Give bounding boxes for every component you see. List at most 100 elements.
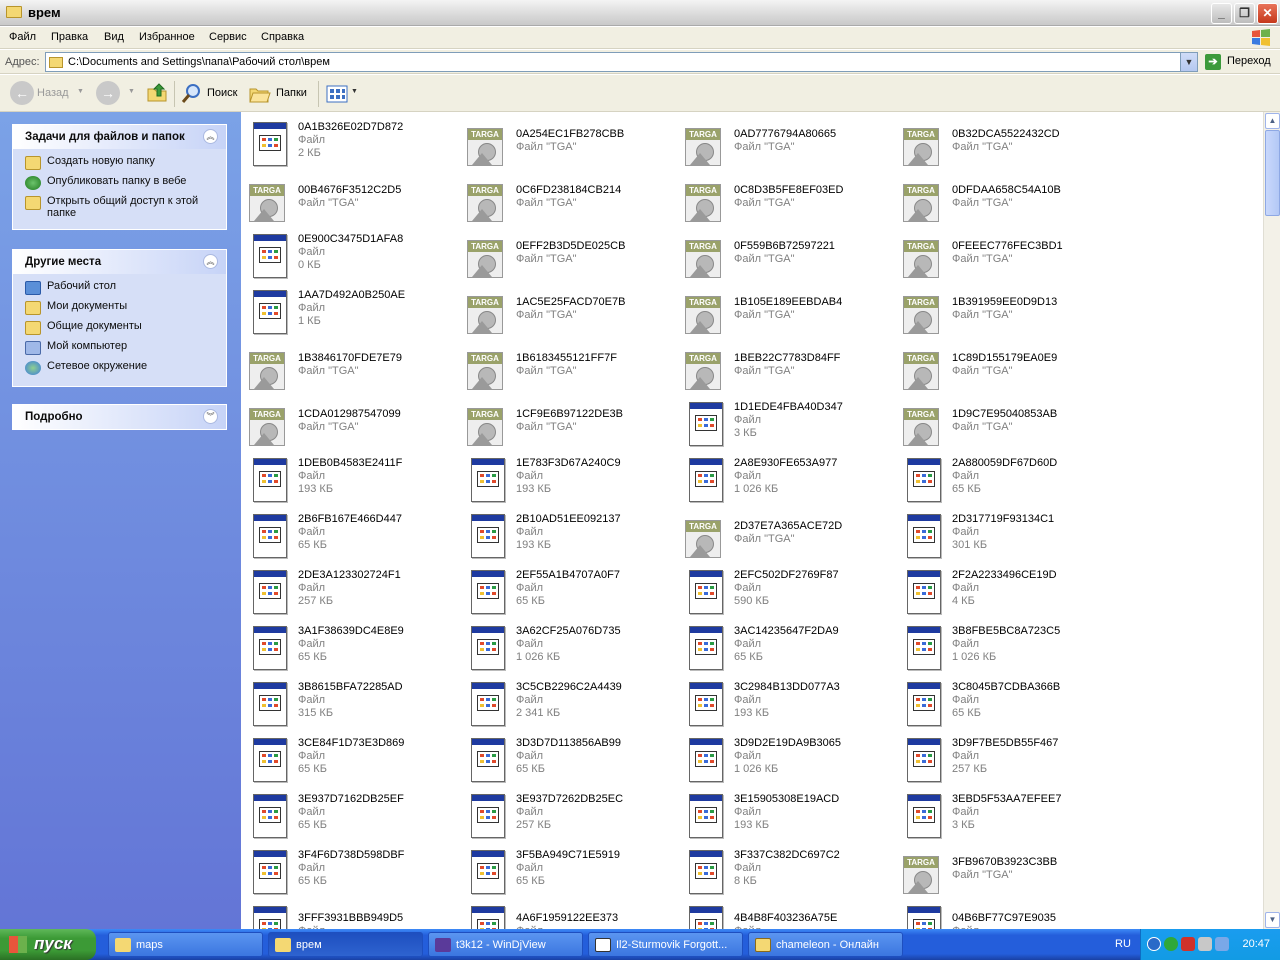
scroll-thumb[interactable] — [1265, 130, 1280, 216]
maximize-button[interactable]: ❐ — [1234, 3, 1255, 24]
place-network[interactable]: Сетевое окружение — [25, 360, 220, 380]
taskbar-item-chameleon[interactable]: chameleon - Онлайн — [748, 932, 903, 957]
chevron-down-icon[interactable]: ▼ — [351, 88, 358, 95]
file-item[interactable]: 3C8045B7CDBA366B Файл 65 КБ — [895, 676, 1113, 732]
file-item[interactable]: 3E937D7262DB25EC Файл 257 КБ — [459, 788, 677, 844]
file-item[interactable]: 2EFC502DF2769F87 Файл 590 КБ — [677, 564, 895, 620]
file-item[interactable]: 3B8615BFA72285AD Файл 315 КБ — [241, 676, 459, 732]
file-item[interactable]: TARGA 1CF9E6B97122DE3B Файл "TGA" — [459, 396, 677, 452]
file-item[interactable]: 1E783F3D67A240C9 Файл 193 КБ — [459, 452, 677, 508]
file-item[interactable]: 3E15905308E19ACD Файл 193 КБ — [677, 788, 895, 844]
file-tasks-header[interactable]: Задачи для файлов и папок ︽ — [13, 125, 226, 149]
file-item[interactable]: TARGA 00B4676F3512C2D5 Файл "TGA" — [241, 172, 459, 228]
file-item[interactable]: 2A8E930FE653A977 Файл 1 026 КБ — [677, 452, 895, 508]
file-item[interactable]: TARGA 0DFDAA658C54A10B Файл "TGA" — [895, 172, 1113, 228]
file-item[interactable]: 1DEB0B4583E2411F Файл 193 КБ — [241, 452, 459, 508]
file-item[interactable]: 4B4B8F403236A75EФайл — [677, 900, 895, 929]
details-header[interactable]: Подробно ︾ — [13, 405, 226, 429]
file-item[interactable]: 2A880059DF67D60D Файл 65 КБ — [895, 452, 1113, 508]
address-input[interactable]: C:\Documents and Settings\папа\Рабочий с… — [45, 52, 1198, 72]
task-publish-web[interactable]: Опубликовать папку в вебе — [25, 175, 220, 195]
taskbar-item-windjview[interactable]: t3k12 - WinDjView — [428, 932, 583, 957]
taskbar-item-maps[interactable]: maps — [108, 932, 263, 957]
file-item[interactable]: 2D317719F93134C1 Файл 301 КБ — [895, 508, 1113, 564]
go-button[interactable]: ➔ Переход — [1205, 53, 1280, 71]
views-icon[interactable] — [326, 84, 348, 104]
start-button[interactable]: пуск — [0, 929, 96, 960]
file-item[interactable]: 04B6BF77C97E9035Файл — [895, 900, 1113, 929]
file-item[interactable]: 3FFF3931BBB949D5Файл — [241, 900, 459, 929]
menu-file[interactable]: Файл — [9, 31, 36, 43]
place-desktop[interactable]: Рабочий стол — [25, 280, 220, 300]
back-arrow-icon[interactable]: ← — [10, 81, 34, 105]
menu-tools[interactable]: Сервис — [209, 31, 247, 43]
file-item[interactable]: 3D3D7D113856AB99 Файл 65 КБ — [459, 732, 677, 788]
scroll-up-button[interactable]: ▲ — [1265, 113, 1280, 129]
folder-up-icon[interactable] — [145, 81, 169, 105]
menu-view[interactable]: Вид — [104, 31, 124, 43]
file-item[interactable]: TARGA 1B3846170FDE7E79 Файл "TGA" — [241, 340, 459, 396]
file-item[interactable]: 3CE84F1D73E3D869 Файл 65 КБ — [241, 732, 459, 788]
address-path[interactable]: C:\Documents and Settings\папа\Рабочий с… — [68, 56, 330, 68]
file-item[interactable]: 2EF55A1B4707A0F7 Файл 65 КБ — [459, 564, 677, 620]
file-item[interactable]: 4A6F1959122EE373Файл — [459, 900, 677, 929]
file-item[interactable]: 3B8FBE5BC8A723C5 Файл 1 026 КБ — [895, 620, 1113, 676]
file-item[interactable]: TARGA 1BEB22C7783D84FF Файл "TGA" — [677, 340, 895, 396]
file-item[interactable]: TARGA 1B391959EE0D9D13 Файл "TGA" — [895, 284, 1113, 340]
search-button-label[interactable]: Поиск — [207, 87, 237, 99]
file-item[interactable]: 3C5CB2296C2A4439 Файл 2 341 КБ — [459, 676, 677, 732]
language-indicator[interactable]: RU — [1115, 938, 1131, 950]
place-my-computer[interactable]: Мой компьютер — [25, 340, 220, 360]
file-item[interactable]: 3F337C382DC697C2 Файл 8 КБ — [677, 844, 895, 900]
file-item[interactable]: 3AC14235647F2DA9 Файл 65 КБ — [677, 620, 895, 676]
forward-arrow-icon[interactable]: → — [96, 81, 120, 105]
scroll-down-button[interactable]: ▼ — [1265, 912, 1280, 928]
minimize-button[interactable]: _ — [1211, 3, 1232, 24]
tray-connection-icon[interactable] — [1215, 937, 1229, 951]
file-item[interactable]: TARGA 1D9C7E95040853AB Файл "TGA" — [895, 396, 1113, 452]
file-item[interactable]: TARGA 0FEEEC776FEC3BD1 Файл "TGA" — [895, 228, 1113, 284]
expand-icon[interactable]: ︾ — [203, 409, 218, 424]
close-button[interactable]: ✕ — [1257, 3, 1278, 24]
file-item[interactable]: 3EBD5F53AA7EFEE7 Файл 3 КБ — [895, 788, 1113, 844]
place-shared-documents[interactable]: Общие документы — [25, 320, 220, 340]
chevron-down-icon[interactable]: ▼ — [77, 88, 84, 95]
file-item[interactable]: TARGA 0F559B6B72597221 Файл "TGA" — [677, 228, 895, 284]
file-item[interactable]: TARGA 0AD7776794A80665 Файл "TGA" — [677, 116, 895, 172]
file-item[interactable]: TARGA 1CDA012987547099 Файл "TGA" — [241, 396, 459, 452]
file-item[interactable]: 2B10AD51EE092137 Файл 193 КБ — [459, 508, 677, 564]
file-item[interactable]: TARGA 0C6FD238184CB214 Файл "TGA" — [459, 172, 677, 228]
collapse-icon[interactable]: ︽ — [203, 129, 218, 144]
file-item[interactable]: TARGA 0B32DCA5522432CD Файл "TGA" — [895, 116, 1113, 172]
folders-button-label[interactable]: Папки — [276, 87, 307, 99]
chevron-down-icon[interactable]: ▼ — [128, 88, 135, 95]
other-places-header[interactable]: Другие места ︽ — [13, 250, 226, 274]
file-item[interactable]: 1AA7D492A0B250AE Файл 1 КБ — [241, 284, 459, 340]
folders-icon[interactable] — [248, 82, 272, 106]
place-my-documents[interactable]: Мои документы — [25, 300, 220, 320]
file-item[interactable]: TARGA 3FB9670B3923C3BB Файл "TGA" — [895, 844, 1113, 900]
tray-icq-icon[interactable] — [1164, 937, 1178, 951]
file-item[interactable]: 3E937D7162DB25EF Файл 65 КБ — [241, 788, 459, 844]
file-item[interactable]: TARGA 1C89D155179EA0E9 Файл "TGA" — [895, 340, 1113, 396]
file-item[interactable]: 2F2A2233496CE19D Файл 4 КБ — [895, 564, 1113, 620]
file-item[interactable]: 3D9D2E19DA9B3065 Файл 1 026 КБ — [677, 732, 895, 788]
search-icon[interactable] — [180, 82, 204, 106]
file-item[interactable]: TARGA 0C8D3B5FE8EF03ED Файл "TGA" — [677, 172, 895, 228]
task-new-folder[interactable]: Создать новую папку — [25, 155, 220, 175]
file-item[interactable]: 3D9F7BE5DB55F467 Файл 257 КБ — [895, 732, 1113, 788]
file-item[interactable]: TARGA 1B105E189EEBDAB4 Файл "TGA" — [677, 284, 895, 340]
collapse-icon[interactable]: ︽ — [203, 254, 218, 269]
file-item[interactable]: 3A1F38639DC4E8E9 Файл 65 КБ — [241, 620, 459, 676]
task-share-folder[interactable]: Открыть общий доступ к этой папке — [25, 195, 220, 223]
tray-expand-icon[interactable] — [1147, 937, 1161, 951]
file-item[interactable]: 3F5BA949C71E5919 Файл 65 КБ — [459, 844, 677, 900]
file-item[interactable]: 0A1B326E02D7D872 Файл 2 КБ — [241, 116, 459, 172]
file-item[interactable]: TARGA 1AC5E25FACD70E7B Файл "TGA" — [459, 284, 677, 340]
chevron-down-icon[interactable]: ▼ — [1180, 53, 1197, 71]
file-item[interactable]: TARGA 0A254EC1FB278CBB Файл "TGA" — [459, 116, 677, 172]
back-button-label[interactable]: Назад — [37, 87, 69, 99]
menu-edit[interactable]: Правка — [51, 31, 88, 43]
file-item[interactable]: 3C2984B13DD077A3 Файл 193 КБ — [677, 676, 895, 732]
file-item[interactable]: TARGA 1B6183455121FF7F Файл "TGA" — [459, 340, 677, 396]
